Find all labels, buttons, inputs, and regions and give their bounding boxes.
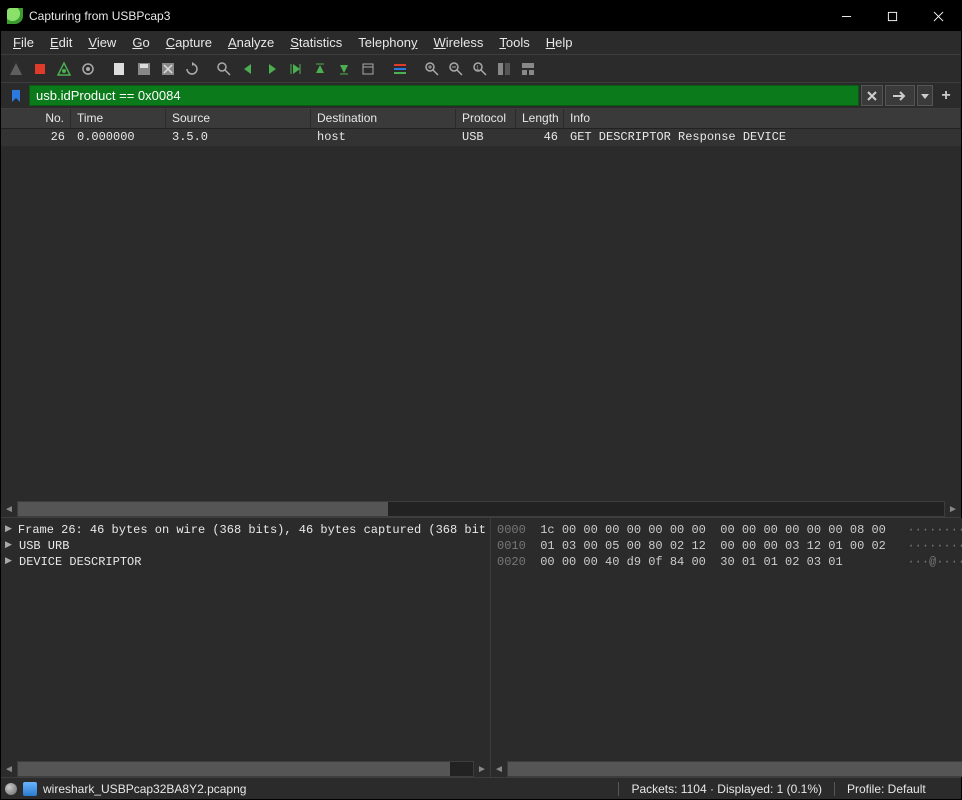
hex-body[interactable]: 0000 1c 00 00 00 00 00 00 00 00 00 00 00… [491,518,962,761]
tree-frame-label: Frame 26: 46 bytes on wire (368 bits), 4… [18,523,486,537]
hex-pane: 0000 1c 00 00 00 00 00 00 00 00 00 00 00… [491,518,962,777]
cell-no: 26 [1,129,71,146]
column-no[interactable]: No. [1,109,71,128]
goto-packet-icon[interactable] [285,58,307,80]
menu-telephony[interactable]: Telephony [350,33,425,52]
tree-urb-label: USB URB [19,539,69,553]
tree-device-descriptor[interactable]: ▶ DEVICE DESCRIPTOR [3,554,488,570]
open-file-icon[interactable] [109,58,131,80]
close-button[interactable] [915,1,961,31]
reload-icon[interactable] [181,58,203,80]
bottom-panels: ▶ Frame 26: 46 bytes on wire (368 bits),… [1,517,961,777]
save-file-icon[interactable] [133,58,155,80]
packet-row[interactable]: 26 0.000000 3.5.0 host USB 46 GET DESCRI… [1,129,961,146]
zoom-in-icon[interactable] [421,58,443,80]
menu-go[interactable]: Go [124,33,157,52]
cell-info: GET DESCRIPTOR Response DEVICE [564,129,961,146]
menu-help[interactable]: Help [538,33,581,52]
scroll-left-icon[interactable]: ◄ [1,761,17,777]
tree-frame[interactable]: ▶ Frame 26: 46 bytes on wire (368 bits),… [3,522,488,538]
restart-capture-icon[interactable] [53,58,75,80]
menu-file[interactable]: File [5,33,42,52]
details-pane: ▶ Frame 26: 46 bytes on wire (368 bits),… [1,518,491,777]
maximize-button[interactable] [869,1,915,31]
capture-file-icon[interactable] [23,782,37,796]
zoom-out-icon[interactable] [445,58,467,80]
tree-usb-urb[interactable]: ▶ USB URB [3,538,488,554]
bookmark-filter-icon[interactable] [5,85,27,106]
scroll-left-icon[interactable]: ◄ [1,501,17,517]
display-filter-input[interactable] [29,85,859,106]
menubar: File Edit View Go Capture Analyze Statis… [1,31,961,55]
next-icon[interactable] [261,58,283,80]
expand-icon[interactable]: ▶ [5,524,16,536]
prev-icon[interactable] [237,58,259,80]
statusbar: wireshark_USBPcap32BA8Y2.pcapng Packets:… [1,777,961,799]
close-file-icon[interactable] [157,58,179,80]
column-source[interactable]: Source [166,109,311,128]
menu-analyze[interactable]: Analyze [220,33,282,52]
expand-icon[interactable]: ▶ [5,540,17,552]
menu-edit[interactable]: Edit [42,33,80,52]
last-packet-icon[interactable] [333,58,355,80]
packet-list-header: No. Time Source Destination Protocol Len… [1,109,961,129]
packet-list: No. Time Source Destination Protocol Len… [1,109,961,517]
menu-statistics[interactable]: Statistics [282,33,350,52]
details-hscroll[interactable]: ◄ ► [1,761,490,777]
cell-destination: host [311,129,456,146]
zoom-reset-icon[interactable]: 1 [469,58,491,80]
add-filter-button[interactable]: + [935,85,957,106]
scroll-right-icon[interactable]: ► [945,501,961,517]
tree-devdesc-label: DEVICE DESCRIPTOR [19,555,141,569]
packet-rows: 26 0.000000 3.5.0 host USB 46 GET DESCRI… [1,129,961,501]
scroll-right-icon[interactable]: ► [474,761,490,777]
scroll-left-icon[interactable]: ◄ [491,761,507,777]
filterbar: + [1,83,961,109]
start-capture-icon[interactable] [5,58,27,80]
menu-view[interactable]: View [80,33,124,52]
column-time[interactable]: Time [71,109,166,128]
column-protocol[interactable]: Protocol [456,109,516,128]
hex-hscroll[interactable]: ◄ ► [491,761,962,777]
find-icon[interactable] [213,58,235,80]
filter-history-button[interactable] [917,85,933,106]
colorize-icon[interactable] [389,58,411,80]
column-info[interactable]: Info [564,109,961,128]
autoscroll-icon[interactable] [357,58,379,80]
menu-tools[interactable]: Tools [491,33,537,52]
apply-filter-button[interactable] [885,85,915,106]
capture-options-icon[interactable] [77,58,99,80]
toolbar: 1 [1,55,961,83]
cell-source: 3.5.0 [166,129,311,146]
expert-info-icon[interactable] [5,783,17,795]
status-file-name[interactable]: wireshark_USBPcap32BA8Y2.pcapng [43,782,246,796]
packet-list-hscroll[interactable]: ◄ ► [1,501,961,517]
menu-wireless[interactable]: Wireless [426,33,492,52]
cell-protocol: USB [456,129,516,146]
stop-capture-icon[interactable] [29,58,51,80]
column-destination[interactable]: Destination [311,109,456,128]
status-profile[interactable]: Profile: Default [847,782,957,796]
status-packets: Packets: 1104 · Displayed: 1 (0.1%) [631,782,822,796]
minimize-button[interactable] [823,1,869,31]
window-title: Capturing from USBPcap3 [29,9,823,23]
titlebar: Capturing from USBPcap3 [1,1,961,31]
cell-length: 46 [516,129,564,146]
column-length[interactable]: Length [516,109,564,128]
menu-capture[interactable]: Capture [158,33,220,52]
resize-columns-icon[interactable] [493,58,515,80]
first-packet-icon[interactable] [309,58,331,80]
wireshark-icon [7,8,23,24]
clear-filter-button[interactable] [861,85,883,106]
expand-icon[interactable]: ▶ [5,556,17,568]
layout-icon[interactable] [517,58,539,80]
cell-time: 0.000000 [71,129,166,146]
